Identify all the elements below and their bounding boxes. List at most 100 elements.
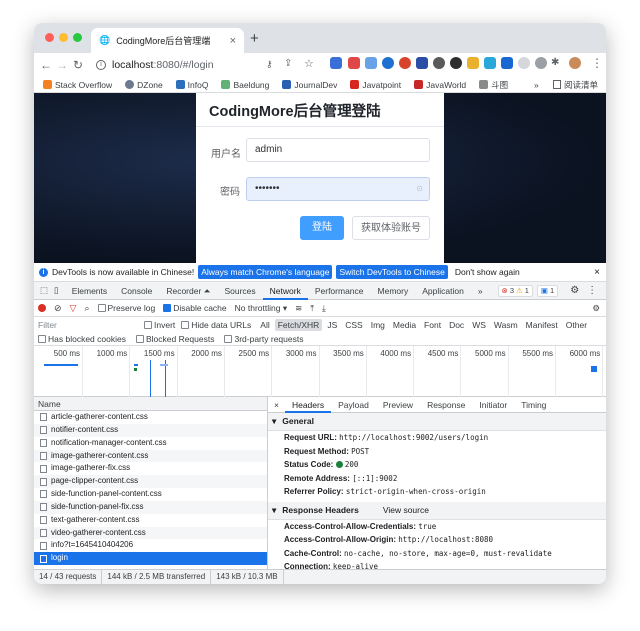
inspect-element-icon[interactable]: ⬚ xyxy=(34,285,52,296)
extension-icon-8[interactable] xyxy=(450,57,462,69)
type-filter-font[interactable]: Font xyxy=(421,319,444,331)
request-row[interactable]: login xyxy=(34,552,267,566)
bookmark-journaldev[interactable]: JournalDev xyxy=(282,80,337,90)
dont-show-again-button[interactable]: Don't show again xyxy=(452,265,523,279)
filter-icon[interactable]: ▽ xyxy=(70,303,77,314)
reading-list-button[interactable]: 阅读清单 xyxy=(553,79,598,91)
request-row[interactable]: side-function-panel-fix.css xyxy=(34,500,267,514)
invert-checkbox[interactable]: Invert xyxy=(144,320,175,330)
has-blocked-cookies-checkbox[interactable]: Has blocked cookies xyxy=(38,334,126,344)
search-icon[interactable]: ⌕ xyxy=(84,303,89,314)
bookmark-doutu[interactable]: 斗图 xyxy=(479,79,508,91)
preserve-log-checkbox[interactable]: Preserve log xyxy=(97,303,155,313)
tab-initiator[interactable]: Initiator xyxy=(472,397,514,413)
type-filter-all[interactable]: All xyxy=(257,319,272,331)
extension-icon-12[interactable] xyxy=(518,57,530,69)
back-icon[interactable]: ← xyxy=(38,58,54,72)
export-har-icon[interactable]: ⤓ xyxy=(322,303,326,314)
tab-headers[interactable]: Headers xyxy=(284,397,332,413)
tab-preview[interactable]: Preview xyxy=(376,397,420,413)
extension-icon-2[interactable] xyxy=(348,57,360,69)
trial-account-button[interactable]: 获取体验账号 xyxy=(352,216,430,240)
extension-icon-7[interactable] xyxy=(433,57,445,69)
messages-badge[interactable]: ▣ 1 xyxy=(536,284,559,297)
password-input[interactable]: ••••••• ⊙ xyxy=(246,177,430,201)
tab-elements[interactable]: Elements xyxy=(65,282,114,300)
extension-icon-3[interactable] xyxy=(365,57,377,69)
throttling-select[interactable]: No throttling ▾ xyxy=(235,303,287,314)
more-tabs-button[interactable]: » xyxy=(471,282,490,300)
tab-sources[interactable]: Sources xyxy=(217,282,262,300)
extension-icon-10[interactable] xyxy=(484,57,496,69)
type-filter-wasm[interactable]: Wasm xyxy=(491,319,521,331)
tab-network[interactable]: Network xyxy=(262,282,308,300)
response-headers-section-header[interactable]: ▾ Response Headers View source xyxy=(268,501,606,520)
request-row[interactable]: side-function-panel-content.css xyxy=(34,488,267,501)
request-row[interactable]: video-gatherer-content.css xyxy=(34,526,267,540)
request-row[interactable]: info?t=1645410404206 xyxy=(34,539,267,552)
type-filter-fetch-xhr[interactable]: Fetch/XHR xyxy=(274,319,323,331)
import-har-icon[interactable]: ⤒ xyxy=(310,303,314,314)
tab-application[interactable]: Application xyxy=(415,282,471,300)
type-filter-js[interactable]: JS xyxy=(324,319,340,331)
record-icon[interactable] xyxy=(38,304,46,312)
type-filter-doc[interactable]: Doc xyxy=(446,319,467,331)
extension-icon-5[interactable] xyxy=(399,57,411,69)
bookmark-dzone[interactable]: DZone xyxy=(125,80,163,90)
address-bar[interactable]: i localhost:8080/#/login xyxy=(96,55,331,75)
bookmark-javaworld[interactable]: JavaWorld xyxy=(414,80,466,90)
bookmark-stack-overflow[interactable]: Stack Overflow xyxy=(43,80,112,90)
type-filter-other[interactable]: Other xyxy=(563,319,590,331)
clear-icon[interactable]: ⊘ xyxy=(54,303,62,314)
view-source-link[interactable]: View source xyxy=(383,505,429,516)
disable-cache-checkbox[interactable]: Disable cache xyxy=(163,303,227,313)
switch-to-chinese-button[interactable]: Switch DevTools to Chinese xyxy=(336,265,448,279)
extension-icon-9[interactable] xyxy=(467,57,479,69)
close-tab-icon[interactable]: × xyxy=(230,35,236,47)
extension-icon-4[interactable] xyxy=(382,57,394,69)
avatar[interactable] xyxy=(569,57,581,69)
name-column-header[interactable]: Name xyxy=(34,397,267,411)
network-overview-timeline[interactable]: 500 ms 1000 ms 1500 ms 2000 ms 2500 ms 3000 m… xyxy=(34,346,606,397)
request-row[interactable]: notifier-content.css xyxy=(34,423,267,437)
share-icon[interactable]: ⇪ xyxy=(284,58,292,69)
blocked-requests-checkbox[interactable]: Blocked Requests xyxy=(135,334,214,344)
bookmark-star-icon[interactable]: ☆ xyxy=(304,57,314,70)
tab-performance[interactable]: Performance xyxy=(308,282,371,300)
always-match-language-button[interactable]: Always match Chrome's language xyxy=(198,265,333,279)
request-row[interactable]: image-gatherer-fix.css xyxy=(34,462,267,475)
bookmarks-overflow-button[interactable]: » xyxy=(534,80,539,90)
tab-payload[interactable]: Payload xyxy=(331,397,376,413)
filter-input[interactable]: Filter xyxy=(38,320,144,330)
close-window-button[interactable] xyxy=(45,33,54,42)
login-button[interactable]: 登陆 xyxy=(300,216,344,240)
type-filter-img[interactable]: Img xyxy=(368,319,388,331)
bookmark-javatpoint[interactable]: Javatpoint xyxy=(350,80,401,90)
reload-icon[interactable]: ↻ xyxy=(70,58,86,72)
minimize-window-button[interactable] xyxy=(59,33,68,42)
bookmark-baeldung[interactable]: Baeldung xyxy=(221,80,269,90)
extension-icon-6[interactable] xyxy=(416,57,428,69)
settings-gear-icon[interactable]: ⚙ xyxy=(570,285,579,296)
type-filter-css[interactable]: CSS xyxy=(342,319,365,331)
bookmark-infoq[interactable]: InfoQ xyxy=(175,80,208,90)
menu-dots-icon[interactable]: ⋮ xyxy=(591,56,603,70)
close-notice-icon[interactable]: × xyxy=(594,267,600,278)
request-row[interactable]: page-clipper-content.css xyxy=(34,475,267,489)
network-conditions-icon[interactable]: ≋ xyxy=(295,303,302,314)
forward-icon[interactable]: → xyxy=(54,58,70,72)
request-row[interactable]: article-gatherer-content.css xyxy=(34,411,267,424)
hide-data-urls-checkbox[interactable]: Hide data URLs xyxy=(181,320,251,330)
request-row[interactable]: text-gatherer-content.css xyxy=(34,514,267,527)
extension-icon-13[interactable] xyxy=(535,57,547,69)
close-details-icon[interactable]: × xyxy=(268,397,285,413)
type-filter-media[interactable]: Media xyxy=(390,319,419,331)
device-toolbar-icon[interactable]: ▯ xyxy=(52,285,65,296)
tab-timing[interactable]: Timing xyxy=(514,397,553,413)
browser-tab[interactable]: 🌐 CodingMore后台管理端 × xyxy=(91,28,244,53)
key-icon[interactable]: ⚷ xyxy=(266,59,273,70)
new-tab-button[interactable]: + xyxy=(250,30,259,47)
issues-badge[interactable]: ⊗ 3 ⚠ 1 xyxy=(497,284,533,297)
tab-recorder[interactable]: Recorder ⏶ xyxy=(159,282,217,300)
tab-console[interactable]: Console xyxy=(114,282,159,300)
